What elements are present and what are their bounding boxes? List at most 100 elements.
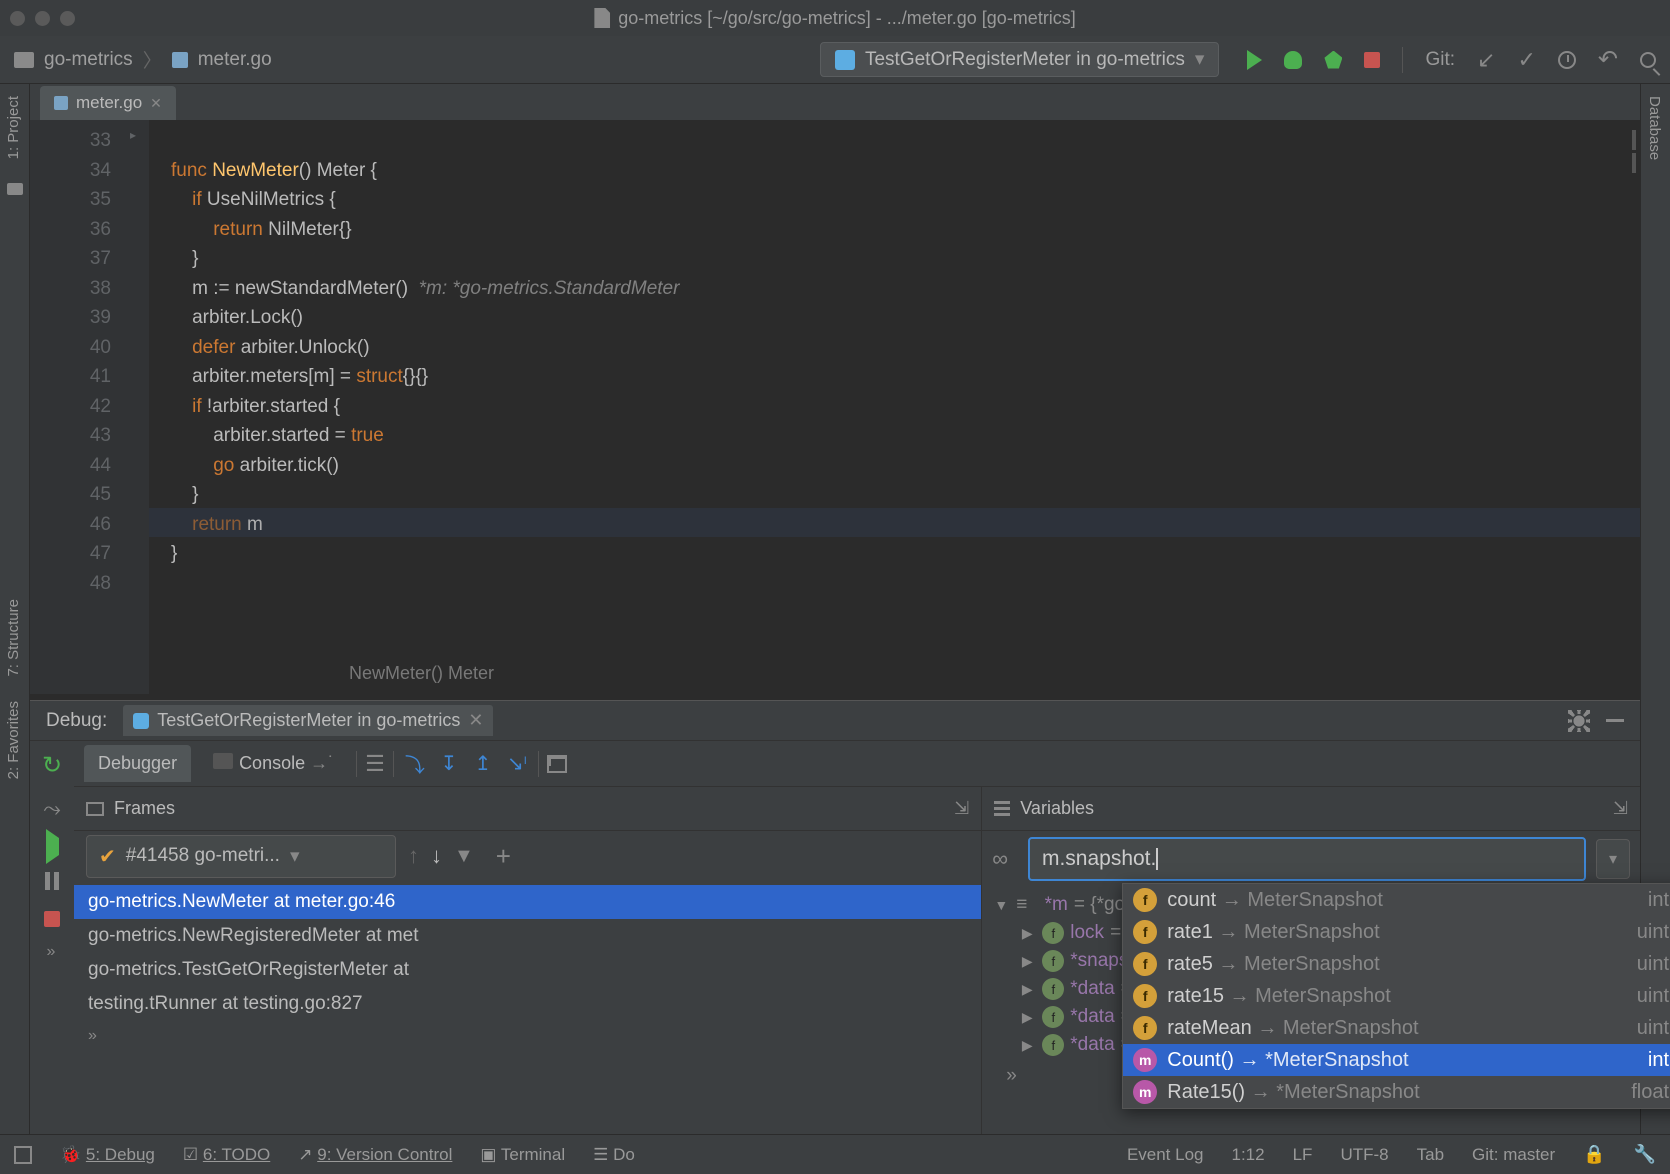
autocomplete-item[interactable]: m Count() → *MeterSnapshot int64 (1123, 1044, 1670, 1076)
run-configuration-selector[interactable]: TestGetOrRegisterMeter in go-metrics ▾ (820, 42, 1219, 77)
lock-icon[interactable]: 🔒 (1583, 1144, 1605, 1165)
debug-tabs-row: Debugger Console →˙ ☰ ⤵ ↧ ↥ ↘I (74, 741, 1640, 787)
frames-label: Frames (114, 798, 175, 819)
breadcrumb-function[interactable]: NewMeter() Meter (349, 659, 494, 689)
left-tool-strip: 1: Project 7: Structure 2: Favorites (0, 84, 30, 1134)
autocomplete-popup[interactable]: f count → MeterSnapshot int64 f rate1 → … (1122, 883, 1670, 1109)
autocomplete-item[interactable]: f rate15 → MeterSnapshot uint64 (1123, 980, 1670, 1012)
hide-icon[interactable] (1606, 719, 1624, 722)
navigation-bar: go-metrics 〉 meter.go TestGetOrRegisterM… (0, 36, 1670, 84)
evaluate-expression-input[interactable]: m.snapshot. (1028, 837, 1586, 881)
project-icon[interactable] (7, 183, 23, 195)
next-frame-button[interactable]: ↓ (431, 843, 442, 869)
close-icon[interactable]: ✕ (468, 710, 483, 731)
step-out-button[interactable]: ↥ (470, 751, 496, 777)
debug-header: Debug: TestGetOrRegisterMeter in go-metr… (30, 701, 1640, 741)
separator (393, 751, 394, 777)
vcs-update-icon[interactable]: ↙ (1477, 47, 1495, 73)
breadcrumb-file[interactable]: meter.go (198, 49, 272, 71)
field-kind-icon: f (1133, 888, 1157, 912)
fold-icon[interactable]: ▸ (130, 128, 136, 142)
debugger-tab[interactable]: Debugger (84, 745, 191, 782)
rerun-button[interactable]: ↻ (42, 751, 62, 780)
file-encoding[interactable]: UTF-8 (1340, 1145, 1388, 1165)
zoom-window-icon[interactable] (60, 11, 75, 26)
caret-position[interactable]: 1:12 (1232, 1145, 1265, 1165)
restore-layout-icon[interactable]: ⇲ (954, 798, 969, 819)
step-into-button[interactable]: ↧ (436, 751, 462, 777)
more-frames-icon[interactable]: » (74, 1021, 981, 1051)
scrollbar-markers[interactable] (1632, 130, 1636, 173)
status-doc-tab[interactable]: ☰ Do (593, 1145, 635, 1165)
pause-button[interactable] (43, 872, 61, 895)
run-button[interactable] (1247, 50, 1262, 70)
variables-icon (994, 801, 1010, 816)
thread-selector[interactable]: ✔ #41458 go-metri... ▾ (86, 835, 396, 878)
hector-icon[interactable]: 🔧 (1634, 1144, 1656, 1165)
vcs-history-icon[interactable] (1558, 51, 1576, 69)
close-tab-icon[interactable]: ✕ (150, 95, 162, 112)
breadcrumb[interactable]: go-metrics 〉 meter.go (14, 46, 272, 73)
status-terminal-tab[interactable]: ▣ Terminal (480, 1145, 565, 1165)
project-tool-tab[interactable]: 1: Project (0, 84, 27, 171)
go-file-icon (172, 52, 188, 68)
modify-run-icon[interactable]: ⤳ (43, 796, 61, 822)
stack-frame[interactable]: go-metrics.TestGetOrRegisterMeter at (74, 953, 981, 987)
eval-history-dropdown[interactable]: ▾ (1596, 839, 1630, 879)
status-todo-tab[interactable]: ☑ 6: TODO (183, 1145, 270, 1165)
minimize-window-icon[interactable] (35, 11, 50, 26)
debug-button[interactable] (1284, 51, 1302, 69)
method-kind-icon: m (1133, 1048, 1157, 1072)
line-ending[interactable]: LF (1293, 1145, 1313, 1165)
resume-button[interactable] (46, 838, 59, 856)
close-window-icon[interactable] (10, 11, 25, 26)
breadcrumb-project[interactable]: go-metrics (44, 49, 133, 71)
indent-style[interactable]: Tab (1417, 1145, 1444, 1165)
restore-layout-icon[interactable]: ⇲ (1613, 798, 1628, 819)
autocomplete-item[interactable]: f rate1 → MeterSnapshot uint64 (1123, 916, 1670, 948)
chevron-right-icon: 〉 (143, 46, 162, 73)
console-tab[interactable]: Console →˙ (199, 745, 348, 782)
database-tool-tab[interactable]: Database (1641, 84, 1668, 172)
fold-column[interactable]: ▸ (125, 120, 149, 694)
step-over-button[interactable]: ⤵ (402, 751, 428, 777)
autocomplete-item[interactable]: f rateMean → MeterSnapshot uint64 (1123, 1012, 1670, 1044)
variables-label: Variables (1020, 798, 1094, 819)
dropdown-icon: ▾ (1195, 48, 1205, 71)
debug-session-tab[interactable]: TestGetOrRegisterMeter in go-metrics ✕ (123, 705, 493, 736)
frame-list[interactable]: go-metrics.NewMeter at meter.go:46 go-me… (74, 881, 981, 1134)
add-icon[interactable]: + (496, 841, 511, 872)
autocomplete-item[interactable]: f rate5 → MeterSnapshot uint64 (1123, 948, 1670, 980)
vcs-commit-icon[interactable] (1517, 47, 1535, 73)
status-debug-tab[interactable]: 🐞 5: Debug (60, 1145, 155, 1165)
status-vcs-tab[interactable]: ↗ 9: Version Control (298, 1145, 452, 1165)
gutter[interactable]: 333435 363738 394041 424344 454647 48 (30, 120, 125, 694)
structure-tool-tab[interactable]: 7: Structure (0, 587, 27, 689)
prev-frame-button[interactable]: ↑ (408, 843, 419, 869)
tool-windows-icon[interactable] (14, 1146, 32, 1164)
settings-icon[interactable] (1568, 710, 1590, 732)
stack-frame[interactable]: testing.tRunner at testing.go:827 (74, 987, 981, 1021)
stack-frame[interactable]: go-metrics.NewRegisteredMeter at met (74, 919, 981, 953)
status-eventlog-tab[interactable]: Event Log (1127, 1145, 1204, 1165)
autocomplete-item[interactable]: f count → MeterSnapshot int64 (1123, 884, 1670, 916)
git-branch[interactable]: Git: master (1472, 1145, 1555, 1165)
autocomplete-item[interactable]: m Rate15() → *MeterSnapshot float64 (1123, 1076, 1670, 1108)
coverage-button[interactable] (1324, 51, 1342, 69)
stop-debug-button[interactable] (44, 911, 60, 927)
vcs-revert-icon[interactable] (1598, 45, 1618, 74)
stack-frame[interactable]: go-metrics.NewMeter at meter.go:46 (74, 885, 981, 919)
evaluate-icon[interactable] (547, 755, 567, 773)
threads-icon[interactable]: ☰ (365, 751, 385, 777)
window-controls[interactable] (10, 11, 75, 26)
code-content[interactable]: func NewMeter() Meter { if UseNilMetrics… (149, 120, 1640, 694)
stop-button[interactable] (1364, 52, 1380, 68)
watches-icon[interactable]: ∞ (992, 846, 1008, 872)
run-to-cursor-button[interactable]: ↘I (504, 751, 530, 777)
more-icon[interactable]: » (47, 943, 58, 961)
code-editor[interactable]: 333435 363738 394041 424344 454647 48 ▸ … (30, 120, 1640, 694)
favorites-tool-tab[interactable]: 2: Favorites (0, 689, 27, 791)
filter-icon[interactable]: ▼ (454, 845, 474, 868)
search-icon[interactable] (1640, 52, 1656, 68)
editor-tab[interactable]: meter.go ✕ (40, 86, 176, 120)
